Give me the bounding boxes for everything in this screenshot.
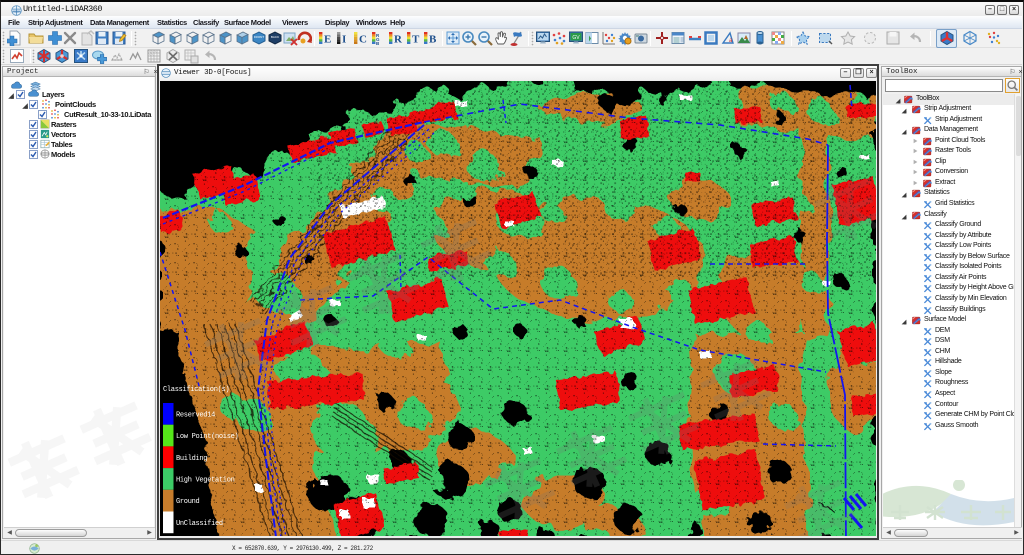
svg-text:B: B (429, 34, 437, 46)
svg-text:High Vegetation: High Vegetation (176, 477, 235, 485)
svg-text:I: I (342, 34, 346, 46)
svg-text:E: E (324, 34, 331, 46)
svg-text:GV: GV (572, 35, 580, 41)
svg-text:UnClassified: UnClassified (176, 520, 223, 528)
svg-text:Building: Building (176, 455, 207, 463)
svg-text:BACK: BACK (271, 35, 279, 39)
svg-text:C: C (359, 34, 367, 46)
svg-text:R: R (394, 34, 403, 46)
svg-text:Reserved14: Reserved14 (176, 411, 215, 419)
svg-text:Classification(s): Classification(s) (163, 386, 229, 394)
svg-text:Ground: Ground (176, 498, 200, 506)
svg-text:FRONT: FRONT (254, 35, 264, 39)
svg-text:T: T (412, 34, 420, 46)
svg-text:Low Point(noise): Low Point(noise) (176, 433, 239, 441)
